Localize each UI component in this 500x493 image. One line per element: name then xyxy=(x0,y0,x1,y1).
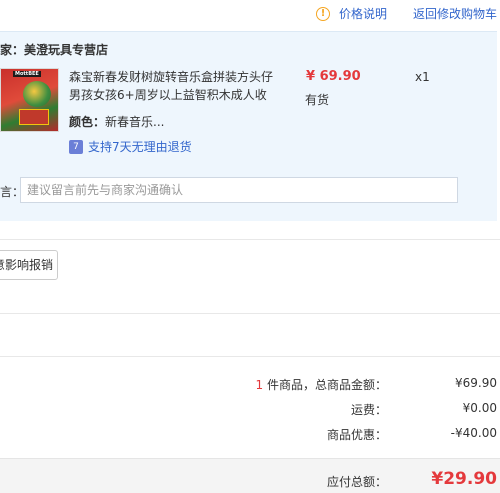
product-image-tree xyxy=(23,81,51,107)
top-bar: ! 价格说明 返回修改购物车 xyxy=(0,0,500,28)
color-label: 颜色： xyxy=(69,115,106,129)
message-input[interactable] xyxy=(20,177,458,203)
shop-order-panel: 商家：美澄玩具专营店 MottBEE 森宝新春发财树旋转音乐盒拼装方头仔男孩女孩… xyxy=(0,31,497,221)
item-count-label: 件商品，总商品金额： xyxy=(266,378,387,392)
stock-status: 有货 xyxy=(305,93,330,107)
color-value: 新春音乐... xyxy=(105,115,165,129)
discount-row: 商品优惠： -¥40.00 xyxy=(197,426,497,444)
goods-total-row: 1 件商品，总商品金额： ¥69.90 xyxy=(197,376,497,394)
back-to-cart-link[interactable]: 返回修改购物车 xyxy=(413,5,497,22)
goods-total-value: ¥69.90 xyxy=(455,376,497,390)
report-impact-button[interactable]: 意影响报销 xyxy=(0,250,58,280)
item-count: 1 xyxy=(255,378,264,392)
color-row: 颜色：新春音乐... xyxy=(69,113,164,130)
price-note-link[interactable]: 价格说明 xyxy=(339,5,387,22)
divider xyxy=(0,313,500,314)
merchant-label: 商家： xyxy=(0,43,25,57)
product-image-box xyxy=(19,109,49,125)
payable-total-value: ¥29.90 xyxy=(431,469,497,489)
info-icon: ! xyxy=(316,6,330,21)
shipping-value: ¥0.00 xyxy=(462,401,497,415)
product-image-brand: MottBEE xyxy=(13,71,41,77)
divider xyxy=(0,239,500,240)
payable-total-label: 应付总额： xyxy=(326,475,387,489)
divider xyxy=(0,356,500,357)
shipping-label: 运费： xyxy=(350,403,387,417)
merchant-row: 商家：美澄玩具专营店 xyxy=(0,41,120,58)
price-note[interactable]: ! 价格说明 xyxy=(316,5,387,22)
product-quantity: x1 xyxy=(415,70,430,84)
goods-total-label: 1 件商品，总商品金额： xyxy=(256,376,387,393)
product-image[interactable]: MottBEE xyxy=(0,68,59,132)
payable-total-bar: 应付总额： ¥29.90 xyxy=(0,458,500,493)
product-price: ¥ 69.90 xyxy=(306,69,361,84)
return-policy-icon: 7 xyxy=(69,139,83,154)
product-title[interactable]: 森宝新春发财树旋转音乐盒拼装方头仔男孩女孩6+周岁以上益智积木成人收 xyxy=(69,68,279,104)
return-policy-text[interactable]: 支持7天无理由退货 xyxy=(88,138,192,155)
discount-value: -¥40.00 xyxy=(450,426,497,440)
return-policy[interactable]: 7 支持7天无理由退货 xyxy=(69,138,192,155)
discount-label: 商品优惠： xyxy=(326,428,387,442)
merchant-name[interactable]: 美澄玩具专营店 xyxy=(24,43,108,57)
shipping-row: 运费： ¥0.00 xyxy=(197,401,497,419)
